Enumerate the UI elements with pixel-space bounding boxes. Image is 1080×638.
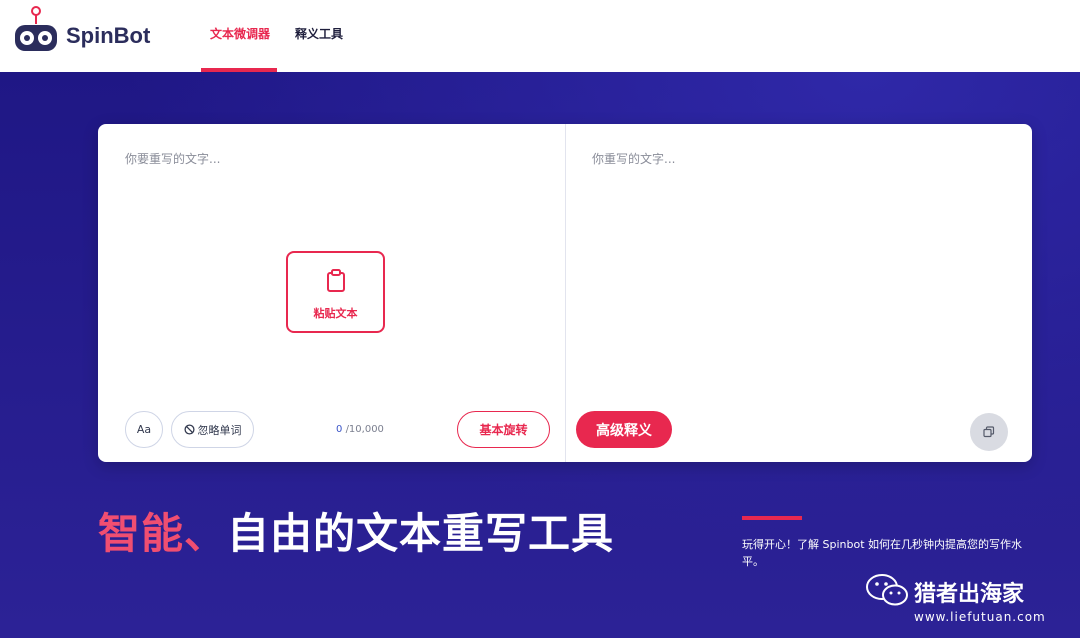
counter-current: 0 <box>336 424 343 435</box>
word-counter: 0 /10,000 <box>336 424 384 435</box>
headline-rest: 自由的文本重写工具 <box>227 509 615 558</box>
input-textarea[interactable]: 你要重写的文字... <box>125 150 220 167</box>
case-toggle-label: Aa <box>136 423 152 436</box>
wechat-icon <box>866 574 908 606</box>
paste-text-label: 粘贴文本 <box>313 307 358 320</box>
headline-accent: 智能、 <box>98 509 228 558</box>
hero-blurb: 玩得开心！了解 Spinbot 如何在几秒钟内提高您的写作水平。 <box>742 538 1023 568</box>
hero-headline: 智能、自由的文本重写工具 <box>98 500 614 561</box>
counter-max: /10,000 <box>345 424 384 435</box>
nav-text-spinner[interactable]: 文本微调器 <box>210 25 270 42</box>
editor-card: 你要重写的文字... 你重写的文字... 粘贴文本 Aa 忽略单词 0 /10,… <box>98 124 1032 462</box>
watermark-url: www.liefutuan.com <box>914 610 1046 624</box>
copy-icon <box>983 426 995 438</box>
editor-divider <box>565 124 566 462</box>
nav-paraphrase-tool[interactable]: 释义工具 <box>295 25 343 42</box>
top-header: SpinBot 文本微调器 释义工具 <box>0 0 1080 72</box>
case-toggle-button[interactable]: Aa <box>125 411 163 448</box>
output-textarea[interactable]: 你重写的文字... <box>592 150 675 167</box>
advanced-paraphrase-button[interactable]: 高级释义 <box>576 411 672 448</box>
logo-text: SpinBot <box>66 23 151 48</box>
basic-spin-button[interactable]: 基本旋转 <box>457 411 550 448</box>
blurb-accent-bar <box>742 516 802 520</box>
ignore-words-button[interactable]: 忽略单词 <box>171 411 254 448</box>
basic-spin-label: 基本旋转 <box>479 423 528 437</box>
paste-text-button[interactable]: 粘贴文本 <box>286 251 385 333</box>
spinbot-logo[interactable]: SpinBot <box>14 4 150 54</box>
copy-output-button[interactable] <box>970 413 1008 451</box>
advanced-paraphrase-label: 高级释义 <box>596 422 652 439</box>
watermark-title: 猎者出海家 <box>914 582 1025 607</box>
spinbot-logo-icon <box>15 6 57 51</box>
ban-icon <box>183 424 195 435</box>
ignore-words-label: 忽略单词 <box>197 423 242 437</box>
clipboard-icon <box>327 269 345 292</box>
